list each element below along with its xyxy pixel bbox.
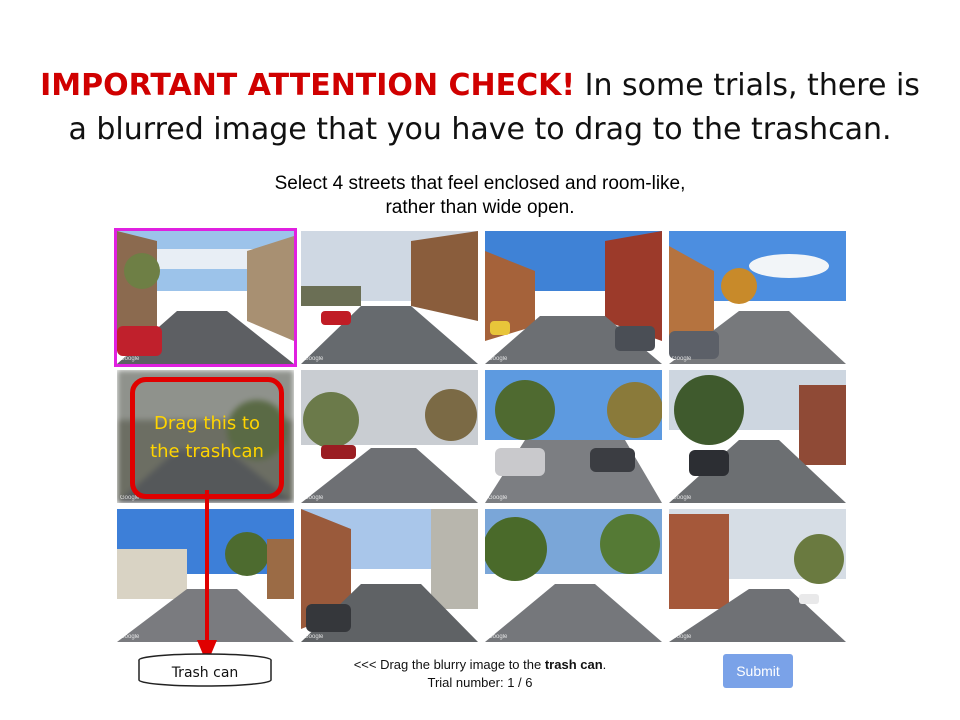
google-watermark: Google <box>488 356 508 362</box>
drag-instruction-footer: <<< Drag the blurry image to the trash c… <box>310 656 650 692</box>
trash-can-label: Trash can <box>171 665 239 681</box>
google-watermark: Google <box>304 495 324 501</box>
street-image-4[interactable]: Google <box>669 231 846 364</box>
drag-hint-callout: Drag this to the trashcan <box>130 377 284 499</box>
task-instruction: Select 4 streets that feel enclosed and … <box>200 172 760 220</box>
street-image-3[interactable]: Google <box>485 231 662 364</box>
google-watermark: Google <box>120 634 140 640</box>
trial-counter: Trial number: 1 / 6 <box>310 674 650 692</box>
instruction-line-1: Select 4 streets that feel enclosed and … <box>274 173 686 194</box>
callout-line-2: the trashcan <box>150 441 264 462</box>
submit-button[interactable]: Submit <box>723 654 793 688</box>
google-watermark: Google <box>672 356 692 362</box>
street-image-2[interactable]: Google <box>301 231 478 364</box>
google-watermark: Google <box>304 634 324 640</box>
drag-instruction-suffix: . <box>602 657 607 672</box>
drag-instruction-prefix: <<< Drag the blurry image to the <box>353 657 545 672</box>
street-image-12[interactable]: Google <box>669 509 846 642</box>
google-watermark: Google <box>488 495 508 501</box>
google-watermark: Google <box>120 356 140 362</box>
google-watermark: Google <box>304 356 324 362</box>
street-image-8[interactable]: Google <box>669 370 846 503</box>
callout-line-1: Drag this to <box>153 413 261 434</box>
google-watermark: Google <box>488 634 508 640</box>
drag-instruction-line: <<< Drag the blurry image to the trash c… <box>310 656 650 674</box>
attention-check-alert: IMPORTANT ATTENTION CHECK! <box>40 68 576 103</box>
street-image-7[interactable]: Google <box>485 370 662 503</box>
instruction-line-2: rather than wide open. <box>385 197 575 218</box>
google-watermark: Google <box>672 634 692 640</box>
trial-value: 1 / 6 <box>507 675 533 690</box>
street-image-1[interactable]: Google <box>114 228 297 367</box>
street-image-6[interactable]: Google <box>301 370 478 503</box>
street-image-11[interactable]: Google <box>485 509 662 642</box>
attention-check-heading: IMPORTANT ATTENTION CHECK! In some trial… <box>30 64 930 152</box>
street-image-10[interactable]: Google <box>301 509 478 642</box>
down-arrow-icon <box>197 490 217 664</box>
trial-label: Trial number: <box>427 675 508 690</box>
drag-instruction-bold: trash can <box>544 657 603 672</box>
google-watermark: Google <box>672 495 692 501</box>
